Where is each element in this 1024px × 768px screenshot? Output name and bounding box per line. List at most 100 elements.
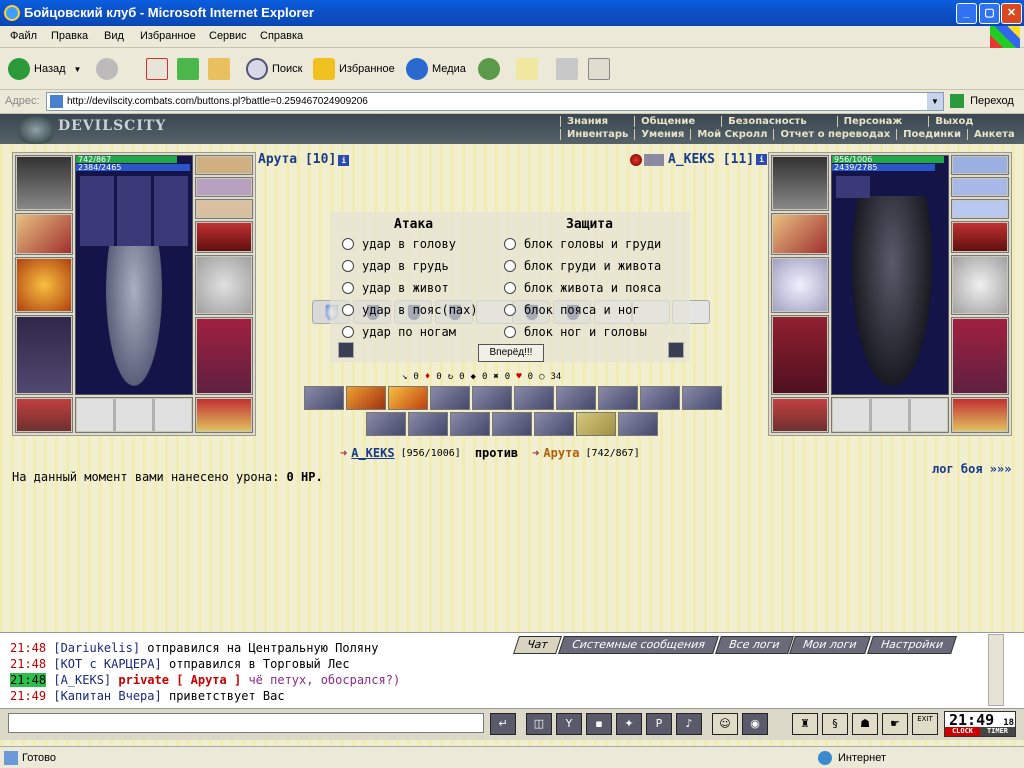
enemy-armor-slot[interactable]: [771, 315, 829, 395]
address-input[interactable]: http://devilscity.combats.com/buttons.pl…: [46, 92, 944, 111]
enemy-belt-slot[interactable]: [771, 397, 829, 433]
radio-button[interactable]: [342, 304, 354, 316]
menu-tools[interactable]: Сервис: [209, 30, 247, 42]
boots-slot[interactable]: [195, 397, 253, 433]
enemy-pocket-slots[interactable]: [831, 397, 949, 433]
tab-system-messages[interactable]: Системные сообщения: [557, 636, 719, 654]
enemy-earring-slot[interactable]: [951, 155, 1009, 175]
nav-inventory[interactable]: Инвентарь: [560, 129, 634, 140]
enemy-name[interactable]: A_KEKS [11] i: [630, 152, 768, 167]
attack-option-head[interactable]: удар в голову: [342, 237, 456, 251]
chat-scrollbar[interactable]: [988, 634, 1004, 706]
forward-nav-button[interactable]: [96, 56, 122, 82]
media-button[interactable]: Медиа: [406, 56, 466, 82]
mail-button[interactable]: [516, 56, 542, 82]
enemy-legs-slot[interactable]: [951, 317, 1009, 395]
attack-option-stomach[interactable]: удар в живот: [342, 281, 449, 295]
bag-icon[interactable]: ♜: [792, 713, 818, 735]
home-button[interactable]: [208, 56, 234, 82]
back-button[interactable]: Назад ▼: [8, 56, 81, 82]
search-button[interactable]: Поиск: [246, 56, 302, 82]
helmet-slot[interactable]: [15, 155, 73, 211]
gloves-slot[interactable]: [195, 221, 253, 253]
enemy-info-icon[interactable]: i: [756, 154, 768, 165]
tab-my-logs[interactable]: Мои логи: [789, 636, 871, 654]
player-name[interactable]: Арута [10] i: [258, 152, 350, 167]
menu-file[interactable]: Файл: [10, 30, 37, 42]
menu-view[interactable]: Вид: [104, 30, 124, 42]
skill-slot[interactable]: [640, 386, 680, 410]
radio-button[interactable]: [504, 238, 516, 250]
skill-slot[interactable]: [450, 412, 490, 436]
nav-exit[interactable]: Выход: [928, 116, 979, 127]
menu-favorites[interactable]: Избранное: [140, 30, 196, 42]
skill-slot[interactable]: [430, 386, 470, 410]
refresh-defense-icon[interactable]: [668, 342, 684, 358]
enemy-helmet-slot[interactable]: [771, 155, 829, 211]
timer-label[interactable]: TIMER: [980, 727, 1015, 736]
skill-slot[interactable]: [534, 412, 574, 436]
minimize-button[interactable]: _: [956, 3, 977, 24]
skill-slot[interactable]: [576, 412, 616, 436]
nav-skills[interactable]: Умения: [634, 129, 690, 140]
enemy-gloves-slot[interactable]: [951, 221, 1009, 253]
refresh-attack-icon[interactable]: [338, 342, 354, 358]
nav-profile[interactable]: Анкета: [966, 129, 1021, 140]
enemy-shield-slot[interactable]: [951, 255, 1009, 315]
defense-option-belt-legs[interactable]: блок пояса и ног: [504, 303, 640, 317]
helmet-icon[interactable]: ◉: [742, 713, 768, 735]
tab-settings[interactable]: Настройки: [866, 636, 957, 654]
attack-option-legs[interactable]: удар по ногам: [342, 325, 456, 339]
radio-button[interactable]: [504, 282, 516, 294]
clock-label[interactable]: CLOCK: [945, 727, 980, 736]
enemy-amulet-slot[interactable]: [951, 177, 1009, 197]
ring-slots[interactable]: [195, 199, 253, 219]
skill-slot[interactable]: [492, 412, 532, 436]
scroll-icon[interactable]: §: [822, 713, 848, 735]
enemy-boots-slot[interactable]: [951, 397, 1009, 433]
shield-slot[interactable]: [195, 255, 253, 315]
mace-slot[interactable]: [15, 257, 73, 313]
armor-slot[interactable]: [15, 315, 73, 395]
history-button[interactable]: [478, 56, 504, 82]
enemy-weapon-slot[interactable]: [771, 213, 829, 255]
chat-private-tag[interactable]: private [ Арута ]: [118, 673, 241, 687]
exit-button[interactable]: EXIT: [912, 713, 938, 735]
nav-fights[interactable]: Поединки: [896, 129, 967, 140]
chat-nick[interactable]: [A_KEKS]: [53, 673, 111, 687]
menu-edit[interactable]: Правка: [51, 30, 88, 42]
private-icon[interactable]: P: [646, 713, 672, 735]
nav-communication[interactable]: Общение: [634, 116, 701, 127]
tab-chat[interactable]: Чат: [513, 636, 562, 654]
print-button[interactable]: [556, 56, 582, 82]
send-button[interactable]: ↵: [490, 713, 516, 735]
skill-slot[interactable]: [556, 386, 596, 410]
nav-character[interactable]: Персонаж: [836, 116, 909, 127]
nav-my-scroll[interactable]: Мой Скролл: [690, 129, 773, 140]
defense-option-stomach-belt[interactable]: блок живота и пояса: [504, 281, 661, 295]
radio-button[interactable]: [504, 260, 516, 272]
radio-button[interactable]: [342, 260, 354, 272]
go-button[interactable]: Переход: [950, 94, 1014, 108]
radio-button[interactable]: [342, 282, 354, 294]
radio-button[interactable]: [504, 304, 516, 316]
info-icon[interactable]: i: [338, 155, 350, 166]
defense-option-head-chest[interactable]: блок головы и груди: [504, 237, 661, 251]
skill-slot[interactable]: [408, 412, 448, 436]
skill-slot[interactable]: [366, 412, 406, 436]
radio-button[interactable]: [504, 326, 516, 338]
defense-option-legs-head[interactable]: блок ног и головы: [504, 325, 647, 339]
chat-input[interactable]: [8, 713, 484, 733]
skill-slot[interactable]: [472, 386, 512, 410]
maximize-button[interactable]: ▢: [979, 3, 1000, 24]
fight-log-link[interactable]: лог боя »»»: [932, 462, 1011, 476]
smiley-icon[interactable]: ☺: [712, 713, 738, 735]
fighter-icon[interactable]: ✦: [616, 713, 642, 735]
save-icon[interactable]: ▪: [586, 713, 612, 735]
nav-knowledge[interactable]: Знания: [560, 116, 614, 127]
tab-all-logs[interactable]: Все логи: [714, 636, 794, 654]
skill-slot[interactable]: [598, 386, 638, 410]
attack-option-chest[interactable]: удар в грудь: [342, 259, 449, 273]
radio-button[interactable]: [342, 238, 354, 250]
nav-transfer-report[interactable]: Отчет о переводах: [773, 129, 896, 140]
